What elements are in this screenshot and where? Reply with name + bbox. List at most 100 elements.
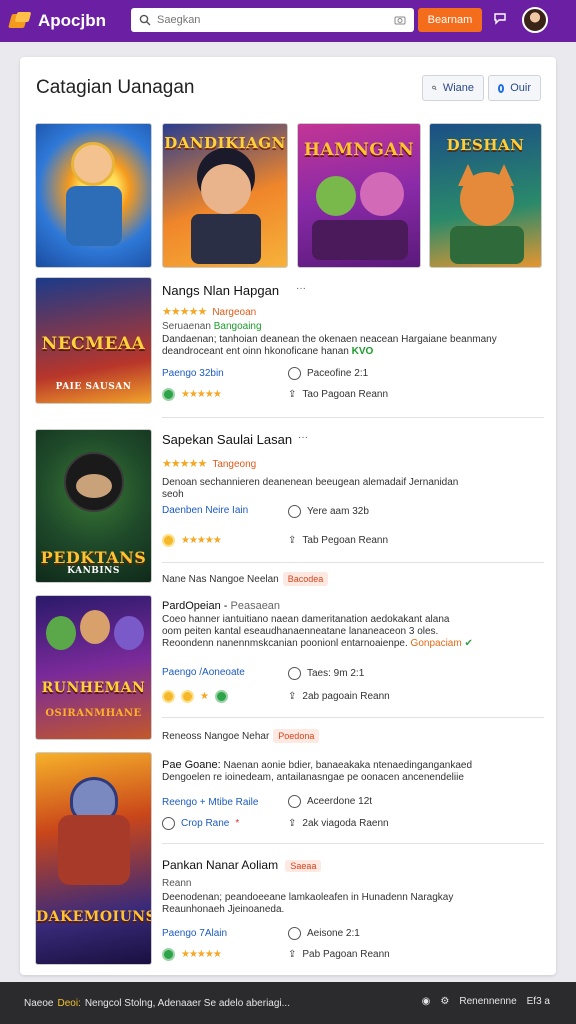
item-link[interactable]: Paengo 32bin	[162, 368, 224, 380]
item-subtitle: Seruaenan Bangoaing	[162, 321, 262, 332]
thumbnail-title: HAMNGAN	[303, 140, 415, 160]
item-chip[interactable]: Crop Rane *	[162, 817, 239, 830]
thumbnail-title: DESHAN	[446, 136, 525, 154]
item-title[interactable]: PardOpeian - Peasaean	[162, 600, 280, 612]
user-avatar[interactable]	[522, 7, 548, 33]
item-meta-share[interactable]: ⇪ Tao Pagoan Reann	[288, 389, 388, 400]
search-button[interactable]: Bearnam	[418, 8, 482, 32]
top-bar: Apocjbn Bearnam	[0, 0, 576, 42]
item-description: Coeo hanner iantuitiano naean dameritana…	[162, 614, 473, 649]
thumbnail-title: DANDIKIAGN	[164, 134, 286, 152]
game-thumbnail[interactable]: DESHAN	[429, 123, 542, 268]
rating-bar: ★★★★★	[162, 948, 222, 961]
more-icon[interactable]: ···	[298, 432, 308, 444]
game-thumbnail[interactable]: DAKEMOIUNS	[35, 752, 152, 965]
badge-icon	[162, 948, 175, 961]
search-icon	[432, 85, 437, 91]
item-link[interactable]: Reengo + Mtibe Raile	[162, 797, 258, 809]
footer-text: Nengcol Stolng, Adenaaer Se adelo aberia…	[84, 997, 290, 1009]
game-thumbnail[interactable]	[35, 123, 152, 268]
clock-icon	[288, 367, 301, 380]
section-header: Nane Nas Nangoe Neelan Bacodea	[162, 572, 329, 586]
thumbnail-subtitle: PAIE SAUSAN	[55, 382, 132, 392]
game-thumbnail[interactable]: RUNHEMAN OSIRANMHANE	[35, 595, 152, 740]
item-meta-time: Yere aam 32b	[288, 505, 369, 518]
item-link[interactable]: Paengo /Aoneoate	[162, 667, 245, 679]
item-description: Dandaenan; tanhoian deanean the okenaen …	[162, 334, 497, 357]
share-icon: ⇪	[288, 691, 297, 702]
badge-icon	[162, 690, 175, 703]
footer-label: Naeoe	[24, 997, 54, 1009]
other-button[interactable]: Ouir	[488, 75, 541, 101]
divider	[162, 562, 544, 563]
rating-stars: ★★★★★ Nargeoan	[162, 306, 257, 318]
thumbnail-subtitle: OSIRANMHANE	[45, 708, 142, 719]
rating-tag: Tangeong	[212, 459, 257, 470]
thumbnail-subtitle: KANBINS	[67, 566, 120, 576]
clock-icon	[288, 795, 301, 808]
clock-icon	[288, 505, 301, 518]
divider	[162, 717, 544, 718]
main-card: Catagian Uanagan Wiane Ouir DANDIKIAGN H…	[20, 57, 556, 975]
footer-right: ◉ ⚙ Renennenne Ef3 a	[422, 996, 550, 1007]
share-icon: ⇪	[288, 389, 297, 400]
item-title[interactable]: Pae Goane:	[162, 759, 221, 771]
item-meta-share[interactable]: ⇪ 2ab pagoain Reann	[288, 691, 390, 702]
item-link[interactable]: Paengo 7Alain	[162, 928, 227, 940]
more-icon[interactable]: ···	[296, 283, 306, 295]
app-logo[interactable]: Apocjbn	[10, 11, 130, 31]
logo-icon	[10, 12, 32, 30]
camera-icon[interactable]	[394, 14, 406, 26]
item-meta-share[interactable]: ⇪ 2ak viagoda Raenn	[288, 818, 389, 829]
item-title[interactable]: Sapekan Saulai Lasan	[162, 432, 292, 447]
game-thumbnail[interactable]: NECMEAA PAIE SAUSAN	[35, 277, 152, 404]
footer-bar: Naeoe Deoi: Nengcol Stolng, Adenaaer Se …	[0, 982, 576, 1024]
item-meta-share[interactable]: ⇪ Pab Pagoan Reann	[288, 949, 390, 960]
rating-tag: Nargeoan	[212, 307, 257, 318]
divider	[162, 843, 544, 844]
section-header: Reneoss Nangoe Nehar Poedona	[162, 729, 320, 743]
item-description: Pae Goane: Naenan aonie bdier, banaeakak…	[162, 759, 473, 783]
rating-bar: ★★★★★	[162, 534, 222, 547]
circle-icon	[498, 83, 505, 93]
item-meta-time: Aceerdone 12t	[288, 795, 372, 808]
thumbnail-title: PEDKTANS	[40, 548, 147, 567]
badge-icon	[181, 690, 194, 703]
settings-icon[interactable]: ⚙	[440, 996, 449, 1007]
info-icon	[162, 817, 175, 830]
footer-highlight: Deoi:	[57, 997, 81, 1009]
rating-bar: ★	[162, 690, 228, 703]
item-meta-share[interactable]: ⇪ Tab Pegoan Reann	[288, 535, 388, 546]
item-description: Deenodenan; peandoeeane lamkaoleafen in …	[162, 892, 454, 915]
rating-bar: ★★★★★	[162, 388, 222, 401]
thumbnail-title: NECMEAA	[41, 334, 146, 354]
footer-right-label[interactable]: Renennenne	[459, 996, 516, 1007]
thumbnail-title: DAKEMOIUNS	[36, 909, 152, 925]
search-icon	[139, 14, 151, 26]
item-link[interactable]: Daenben Neire Iain	[162, 505, 248, 517]
rating-stars: ★★★★★ Tangeong	[162, 458, 257, 470]
game-thumbnail[interactable]: DANDIKIAGN	[162, 123, 288, 268]
item-title[interactable]: Pankan Nanar Aoliam Saeaa	[162, 858, 322, 872]
item-title[interactable]: Nangs Nlan Hapgan	[162, 283, 279, 298]
filter-button[interactable]: Wiane	[422, 75, 484, 101]
clock-icon	[288, 927, 301, 940]
game-thumbnail[interactable]: HAMNGAN	[297, 123, 421, 268]
badge-icon	[162, 388, 175, 401]
other-button-label: Ouir	[510, 82, 531, 94]
search-input[interactable]	[157, 14, 394, 26]
item-meta-time: Taes: 9m 2:1	[288, 667, 364, 680]
app-name: Apocjbn	[38, 11, 106, 30]
item-subtitle: Reann	[162, 878, 192, 889]
divider	[162, 417, 544, 418]
clock-icon	[288, 667, 301, 680]
chat-icon[interactable]	[490, 10, 510, 30]
game-thumbnail[interactable]: PEDKTANS KANBINS	[35, 429, 152, 583]
share-icon: ⇪	[288, 535, 297, 546]
item-meta-time: Aeisone 2:1	[288, 927, 360, 940]
record-icon[interactable]: ◉	[422, 996, 431, 1007]
badge-icon	[162, 534, 175, 547]
filter-button-label: Wiane	[442, 82, 474, 94]
search-bar	[131, 8, 414, 32]
share-icon: ⇪	[288, 818, 297, 829]
